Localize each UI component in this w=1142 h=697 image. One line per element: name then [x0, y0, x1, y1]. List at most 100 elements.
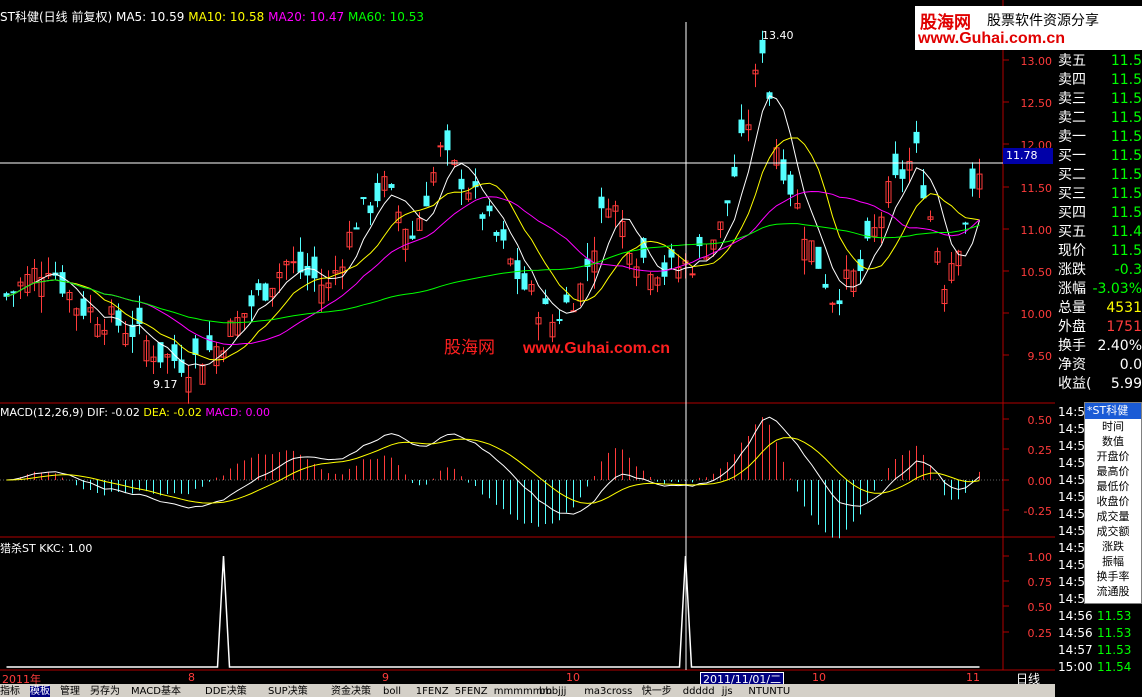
- quote-value: 11.5: [1110, 167, 1142, 183]
- quote-value: 11.5: [1110, 72, 1142, 88]
- indicator-tab[interactable]: 另存为: [90, 686, 120, 697]
- candle-body: [59, 272, 66, 294]
- price-axis-label: 10.50: [1020, 266, 1053, 279]
- candle-body: [598, 196, 605, 209]
- candle-body: [206, 335, 213, 351]
- candle-body: [759, 39, 766, 54]
- candle-body: [409, 235, 416, 239]
- candle-body: [822, 283, 829, 288]
- ma10-label: MA10: 10.58: [188, 10, 265, 24]
- indicator-tab[interactable]: 5FENZ: [455, 686, 488, 697]
- quote-value: 11.5: [1110, 110, 1142, 126]
- indicator-tab[interactable]: 模板: [30, 686, 50, 697]
- popup-item[interactable]: 数值: [1085, 434, 1141, 449]
- quote-value: 11.5: [1110, 148, 1142, 164]
- tick-row: 14:56 11.53: [1055, 625, 1142, 642]
- indicator-tab[interactable]: MACD基本: [131, 686, 181, 697]
- popup-item[interactable]: 最低价: [1085, 479, 1141, 494]
- indicator-tab[interactable]: 快一步: [642, 686, 672, 697]
- candle-body: [556, 319, 563, 322]
- indicator-tab[interactable]: 指标: [0, 686, 20, 697]
- data-window-popup[interactable]: *ST科健 时间 数值 开盘价 最高价 最低价 收盘价 成交量 成交额 涨跌 振幅 换手率 流通股: [1084, 402, 1142, 604]
- popup-item[interactable]: 成交量: [1085, 509, 1141, 524]
- tick-time: 14:56: [1058, 609, 1093, 623]
- x-axis-label: 8: [188, 671, 195, 684]
- quote-row: 买四 11.5: [1055, 204, 1142, 223]
- candle-body: [521, 273, 528, 290]
- popup-item[interactable]: 时间: [1085, 419, 1141, 434]
- quote-value: 11.5: [1110, 186, 1142, 202]
- dif-line: [6, 416, 980, 515]
- quote-row: 总量 4531: [1055, 299, 1142, 318]
- candle-body: [311, 256, 318, 279]
- candle-body: [192, 338, 199, 355]
- candle-body: [458, 178, 465, 190]
- quote-value: 11.5: [1110, 205, 1142, 221]
- kkc-value: KKC: 1.00: [39, 542, 93, 555]
- indicator-tab[interactable]: SUP决策: [268, 686, 308, 697]
- indicator-tab[interactable]: 管理: [60, 686, 80, 697]
- candle-body: [360, 197, 367, 200]
- candle-body: [255, 283, 262, 291]
- popup-item[interactable]: 流通股: [1085, 584, 1141, 599]
- ma5-line: [6, 95, 980, 367]
- quote-row: 卖五 11.5: [1055, 52, 1142, 71]
- quote-label: 总量: [1058, 300, 1086, 316]
- dif-label: DIF: -0.02: [87, 406, 140, 419]
- quote-label: 卖一: [1058, 129, 1086, 145]
- quote-label: 卖五: [1058, 53, 1086, 69]
- candle-body: [962, 222, 969, 225]
- popup-title: *ST科健: [1085, 403, 1141, 419]
- candle-body: [262, 283, 269, 301]
- popup-item[interactable]: 涨跌: [1085, 539, 1141, 554]
- quote-label: 买一: [1058, 148, 1086, 164]
- popup-item[interactable]: 振幅: [1085, 554, 1141, 569]
- high-annotation: 13.40: [762, 29, 794, 42]
- tick-price: 11.53: [1097, 609, 1132, 623]
- price-axis-label: 9.50: [1027, 350, 1053, 363]
- candle-body: [899, 169, 906, 179]
- tick-price: 11.53: [1097, 626, 1132, 640]
- quote-value: 2.40%: [1097, 338, 1142, 354]
- quote-row: 卖二 11.5: [1055, 109, 1142, 128]
- quote-row: 买三 11.5: [1055, 185, 1142, 204]
- candle-body: [486, 205, 493, 212]
- ma20-line: [6, 190, 980, 346]
- kkc-axis-label: 0.75: [1027, 576, 1053, 589]
- quote-label: 买二: [1058, 167, 1086, 183]
- tick-row: 14:57 11.53: [1055, 642, 1142, 659]
- candle-body: [157, 342, 164, 363]
- tick-time: 14:57: [1058, 643, 1093, 657]
- popup-item[interactable]: 收盘价: [1085, 494, 1141, 509]
- macd-axis-label: 0.00: [1027, 475, 1053, 488]
- quote-value: 11.5: [1110, 129, 1142, 145]
- popup-item[interactable]: 最高价: [1085, 464, 1141, 479]
- candle-body: [304, 265, 311, 276]
- indicator-tab[interactable]: bbbjjj: [539, 686, 566, 697]
- quote-label: 卖四: [1058, 72, 1086, 88]
- popup-item[interactable]: 换手率: [1085, 569, 1141, 584]
- quote-value: 0.0: [1119, 357, 1142, 373]
- indicator-tab[interactable]: ma3cross: [584, 686, 632, 697]
- quote-row: 外盘 1751: [1055, 318, 1142, 337]
- quote-row: 买五 11.4: [1055, 223, 1142, 242]
- indicator-tab[interactable]: DDE决策: [205, 686, 247, 697]
- indicator-tab[interactable]: NTUNTU: [748, 686, 790, 697]
- indicator-tab[interactable]: 资金决策: [331, 686, 371, 697]
- x-axis-label: 10: [812, 671, 826, 684]
- tick-time: 14:5: [1058, 507, 1085, 521]
- popup-item[interactable]: 开盘价: [1085, 449, 1141, 464]
- candle-body: [388, 184, 395, 188]
- candle-body: [297, 251, 304, 273]
- macd-name: MACD(12,26,9): [0, 406, 84, 419]
- indicator-tab[interactable]: 1FENZ: [416, 686, 449, 697]
- macd-value: MACD: 0.00: [205, 406, 270, 419]
- x-axis-label: 9: [382, 671, 389, 684]
- candle-body: [689, 273, 696, 276]
- indicator-tab[interactable]: ddddd: [683, 686, 715, 697]
- x-axis-label: 11: [966, 671, 980, 684]
- indicator-tab[interactable]: boll: [383, 686, 401, 697]
- indicator-tab[interactable]: jjs: [722, 686, 733, 697]
- popup-item[interactable]: 成交额: [1085, 524, 1141, 539]
- kkc-axis-label: 0.50: [1027, 601, 1053, 614]
